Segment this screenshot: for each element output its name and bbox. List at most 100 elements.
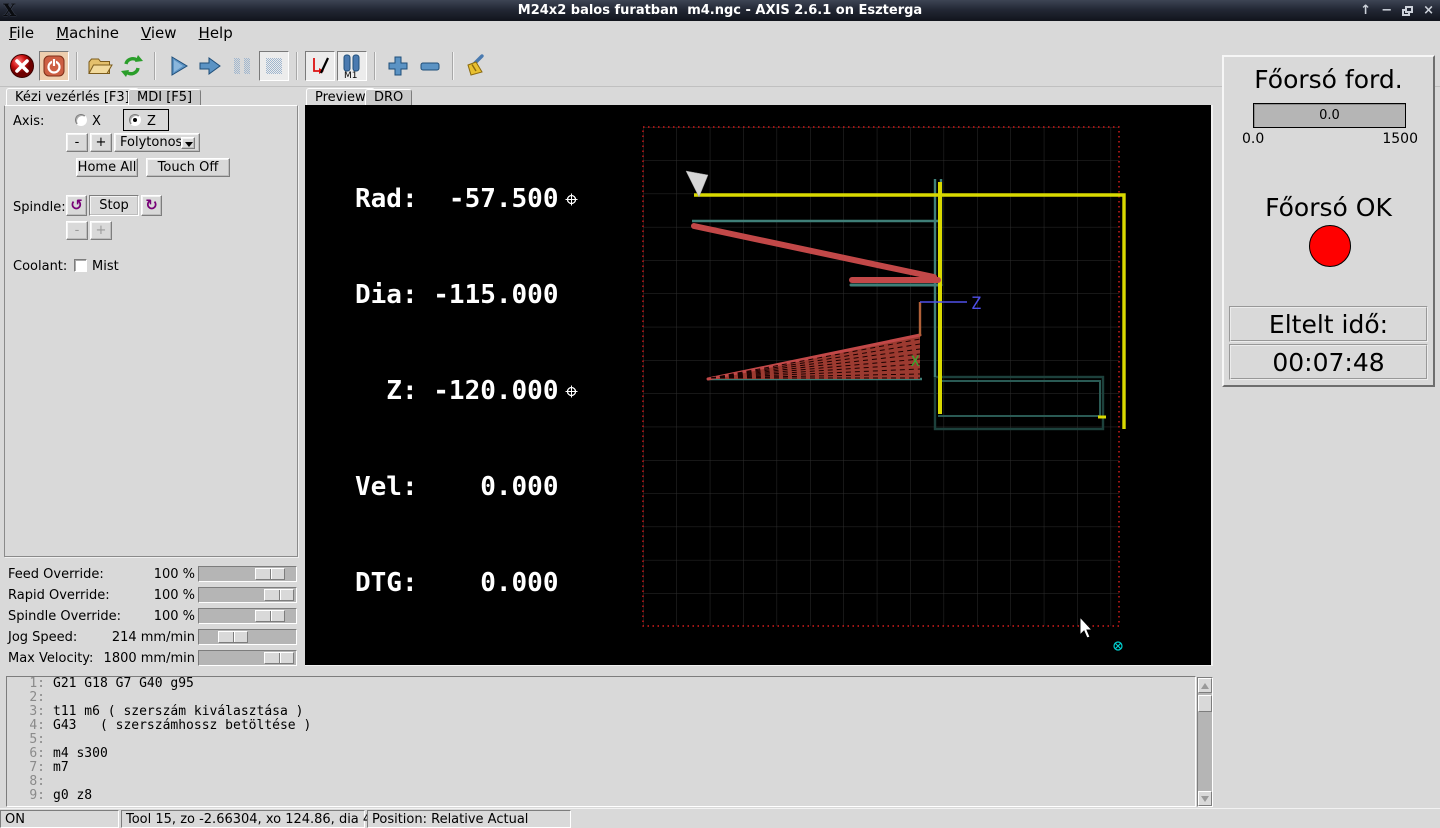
scroll-down-icon[interactable]: [1198, 791, 1212, 806]
max-velocity-slider[interactable]: [198, 650, 297, 666]
toolbar-separator: [452, 52, 454, 80]
dro-vel: Vel: 0.000: [355, 472, 559, 502]
max-velocity-value: 1800 mm/min: [103, 651, 195, 666]
tab-preview-label: Preview: [315, 89, 366, 105]
spindle-panel: Főorsó ford. 0.0 0.0 1500 Főorsó OK Elte…: [1222, 55, 1435, 387]
reload-icon: [121, 55, 143, 77]
mist-label[interactable]: Mist: [92, 259, 119, 274]
optional-stop-button[interactable]: M1: [337, 51, 367, 81]
dropdown-arrow-box: [181, 136, 195, 149]
zoom-in-button[interactable]: [383, 51, 413, 81]
max-velocity-row: Max Velocity: 1800 mm/min: [0, 648, 300, 669]
spindle-speed-value: 0.0: [1319, 108, 1340, 123]
jog-speed-row: Jog Speed: 214 mm/min: [0, 627, 300, 648]
power-icon: [43, 55, 65, 77]
axis-label: Axis:: [13, 114, 45, 129]
step-icon: [199, 57, 221, 75]
maximize-icon[interactable]: [1402, 5, 1414, 16]
axis-z-label[interactable]: Z: [147, 114, 156, 129]
feed-override-row: Feed Override: 100 %: [0, 564, 300, 585]
gcode-line[interactable]: 4: G43 ( szerszámhossz betöltése ): [7, 719, 1195, 733]
gcode-line[interactable]: 3: t11 m6 ( szerszám kiválasztása ): [7, 705, 1195, 719]
spindle-slower-button[interactable]: -: [66, 221, 88, 240]
toolbar-separator: [154, 52, 156, 80]
axis-x-radio[interactable]: [75, 114, 87, 126]
tab-manual-control[interactable]: Kézi vezérlés [F3]: [6, 88, 139, 106]
gcode-line[interactable]: 7: m7: [7, 761, 1195, 775]
open-file-button[interactable]: [85, 51, 115, 81]
axis-z-radio[interactable]: [129, 114, 141, 126]
spindle-stop-button[interactable]: Stop: [89, 195, 139, 216]
home-all-button[interactable]: Home All: [76, 158, 138, 177]
estop-icon: [10, 54, 34, 78]
gcode-scrollbar[interactable]: [1197, 677, 1213, 807]
stop-button[interactable]: [259, 51, 289, 81]
skip-lines-button[interactable]: [305, 51, 335, 81]
feed-override-slider[interactable]: [198, 566, 297, 582]
window-controls: ↑ − ×: [1360, 0, 1434, 21]
jog-speed-slider[interactable]: [198, 629, 297, 645]
step-button[interactable]: [195, 51, 225, 81]
tab-mdi[interactable]: MDI [F5]: [128, 89, 202, 106]
shade-icon[interactable]: ↑: [1360, 0, 1371, 21]
manual-control-panel: Axis: X Z - + Folytonos Home All Touch O…: [4, 105, 298, 557]
gcode-line-number: 3:: [29, 704, 45, 719]
slider-handle[interactable]: [264, 652, 294, 664]
spindle-speed-scale: 0.0 1500: [1242, 131, 1418, 147]
axis-x-label[interactable]: X: [92, 114, 101, 129]
touch-off-button[interactable]: Touch Off: [146, 158, 230, 177]
toolbar-separator: [76, 52, 78, 80]
menu-view[interactable]: View: [141, 24, 177, 42]
spindle-faster-button[interactable]: +: [90, 221, 112, 240]
gcode-line[interactable]: 2:: [7, 691, 1195, 705]
jog-speed-label: Jog Speed:: [8, 630, 78, 645]
m1-label: M1: [344, 71, 358, 79]
mist-checkbox[interactable]: [74, 259, 87, 272]
gcode-listing[interactable]: 1: G21 G18 G7 G40 g95 2: 3: t11 m6 ( szers…: [6, 676, 1196, 807]
titlebar[interactable]: X M24x2 balos furatban m4.ngc - AXIS 2.6…: [0, 0, 1440, 21]
estop-button[interactable]: [7, 51, 37, 81]
gcode-line[interactable]: 1: G21 G18 G7 G40 g95: [7, 677, 1195, 691]
zoom-out-button[interactable]: [415, 51, 445, 81]
spindle-cw-button[interactable]: ↻: [141, 195, 162, 216]
slider-handle[interactable]: [264, 589, 294, 601]
reload-button[interactable]: [117, 51, 147, 81]
gcode-line-number: 8:: [29, 774, 45, 789]
machine-power-button[interactable]: [39, 51, 69, 81]
dro-dtg: DTG: 0.000: [355, 568, 559, 598]
gcode-line[interactable]: 6: m4 s300: [7, 747, 1195, 761]
gcode-line[interactable]: 8:: [7, 775, 1195, 789]
jog-minus-button[interactable]: -: [66, 133, 88, 152]
optional-stop-icon: M1: [343, 54, 360, 79]
spindle-override-slider[interactable]: [198, 608, 297, 624]
spindle-speed-gauge: 0.0: [1253, 103, 1406, 128]
jog-mode-value: Folytonos: [120, 135, 183, 150]
minimize-icon[interactable]: −: [1381, 0, 1392, 21]
menu-machine[interactable]: Machine: [56, 24, 119, 42]
gcode-line[interactable]: 9: g0 z8: [7, 789, 1195, 803]
menu-help[interactable]: Help: [199, 24, 233, 42]
run-button[interactable]: [163, 51, 193, 81]
slider-handle[interactable]: [218, 631, 248, 643]
clear-plot-button[interactable]: [461, 51, 491, 81]
broom-icon: [467, 54, 484, 76]
spindle-ccw-button[interactable]: ↺: [66, 195, 87, 216]
scale-min: 0.0: [1242, 131, 1265, 147]
slider-handle[interactable]: [255, 610, 285, 622]
rapid-override-value: 100 %: [153, 588, 195, 603]
menu-file[interactable]: File: [9, 24, 34, 42]
gcode-line-number: 9:: [29, 788, 45, 803]
tab-dro[interactable]: DRO: [365, 89, 413, 106]
slider-handle[interactable]: [255, 568, 285, 580]
scrollbar-thumb[interactable]: [1198, 695, 1212, 712]
rapid-override-slider[interactable]: [198, 587, 297, 603]
gcode-line[interactable]: 5:: [7, 733, 1195, 747]
close-icon[interactable]: ×: [1423, 0, 1434, 21]
jog-plus-button[interactable]: +: [90, 133, 112, 152]
preview-canvas[interactable]: Z X Rad: -57.500 Dia: -115.000 Z: -120.0…: [305, 105, 1213, 666]
gcode-line-text: G21 G18 G7 G40 g95: [53, 676, 194, 691]
scroll-up-icon[interactable]: [1198, 678, 1212, 693]
jog-mode-dropdown[interactable]: Folytonos: [114, 133, 200, 152]
tab-dro-label: DRO: [374, 90, 404, 105]
pause-button[interactable]: [227, 51, 257, 81]
